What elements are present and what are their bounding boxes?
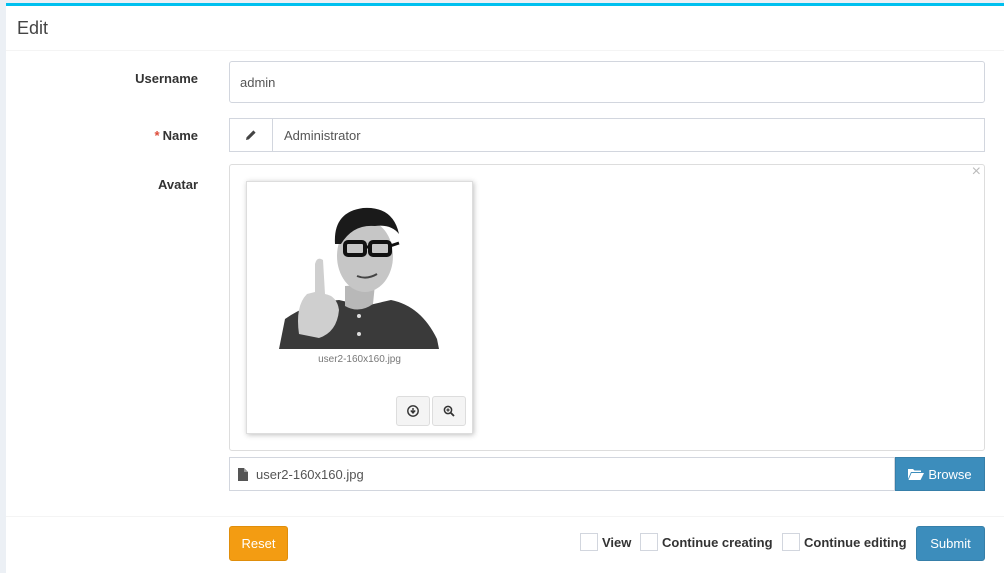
submit-button[interactable]: Submit (916, 526, 985, 561)
avatar-preview-frame: × user2-160x160.jpg (229, 163, 985, 451)
reset-button[interactable]: Reset (229, 526, 288, 561)
username-label: Username (135, 71, 198, 86)
close-icon[interactable]: × (972, 163, 981, 181)
file-name: user2-160x160.jpg (256, 466, 364, 482)
page-title: Edit (17, 17, 49, 38)
folder-open-icon (908, 469, 925, 480)
username-field[interactable]: admin (229, 61, 985, 103)
thumbnail-caption: user2-160x160.jpg (318, 354, 401, 365)
continue-creating-checkbox[interactable] (640, 533, 658, 551)
name-field[interactable]: Administrator (273, 119, 984, 151)
avatar-thumbnail: user2-160x160.jpg (246, 181, 473, 434)
required-marker: * (154, 128, 160, 143)
name-input-group: Administrator (229, 118, 985, 152)
name-addon (230, 119, 273, 151)
name-label-text: Name (162, 128, 198, 143)
continue-creating-option[interactable]: Continue creating (640, 533, 773, 551)
zoom-icon (443, 405, 455, 417)
continue-creating-label: Continue creating (662, 534, 773, 550)
avatar-label: Avatar (158, 177, 198, 192)
edit-panel: Edit Username admin * Name Administrator … (6, 3, 1004, 573)
download-icon (407, 405, 419, 417)
continue-editing-checkbox[interactable] (782, 533, 800, 551)
pencil-icon (246, 130, 256, 140)
file-caption[interactable]: user2-160x160.jpg (229, 457, 895, 491)
view-option-label: View (602, 534, 632, 550)
file-caption-row: user2-160x160.jpg Browse (229, 457, 985, 491)
continue-editing-label: Continue editing (804, 534, 907, 550)
view-checkbox[interactable] (580, 533, 598, 551)
avatar-image (279, 194, 439, 349)
view-option[interactable]: View (580, 533, 631, 551)
footer-divider (6, 516, 1004, 517)
download-button[interactable] (396, 396, 430, 426)
panel-header: Edit (6, 6, 1004, 51)
browse-button[interactable]: Browse (895, 457, 985, 491)
name-label: * Name (155, 128, 198, 143)
file-icon (238, 467, 248, 481)
zoom-button[interactable] (432, 396, 466, 426)
continue-editing-option[interactable]: Continue editing (782, 533, 907, 551)
browse-label: Browse (928, 466, 972, 482)
